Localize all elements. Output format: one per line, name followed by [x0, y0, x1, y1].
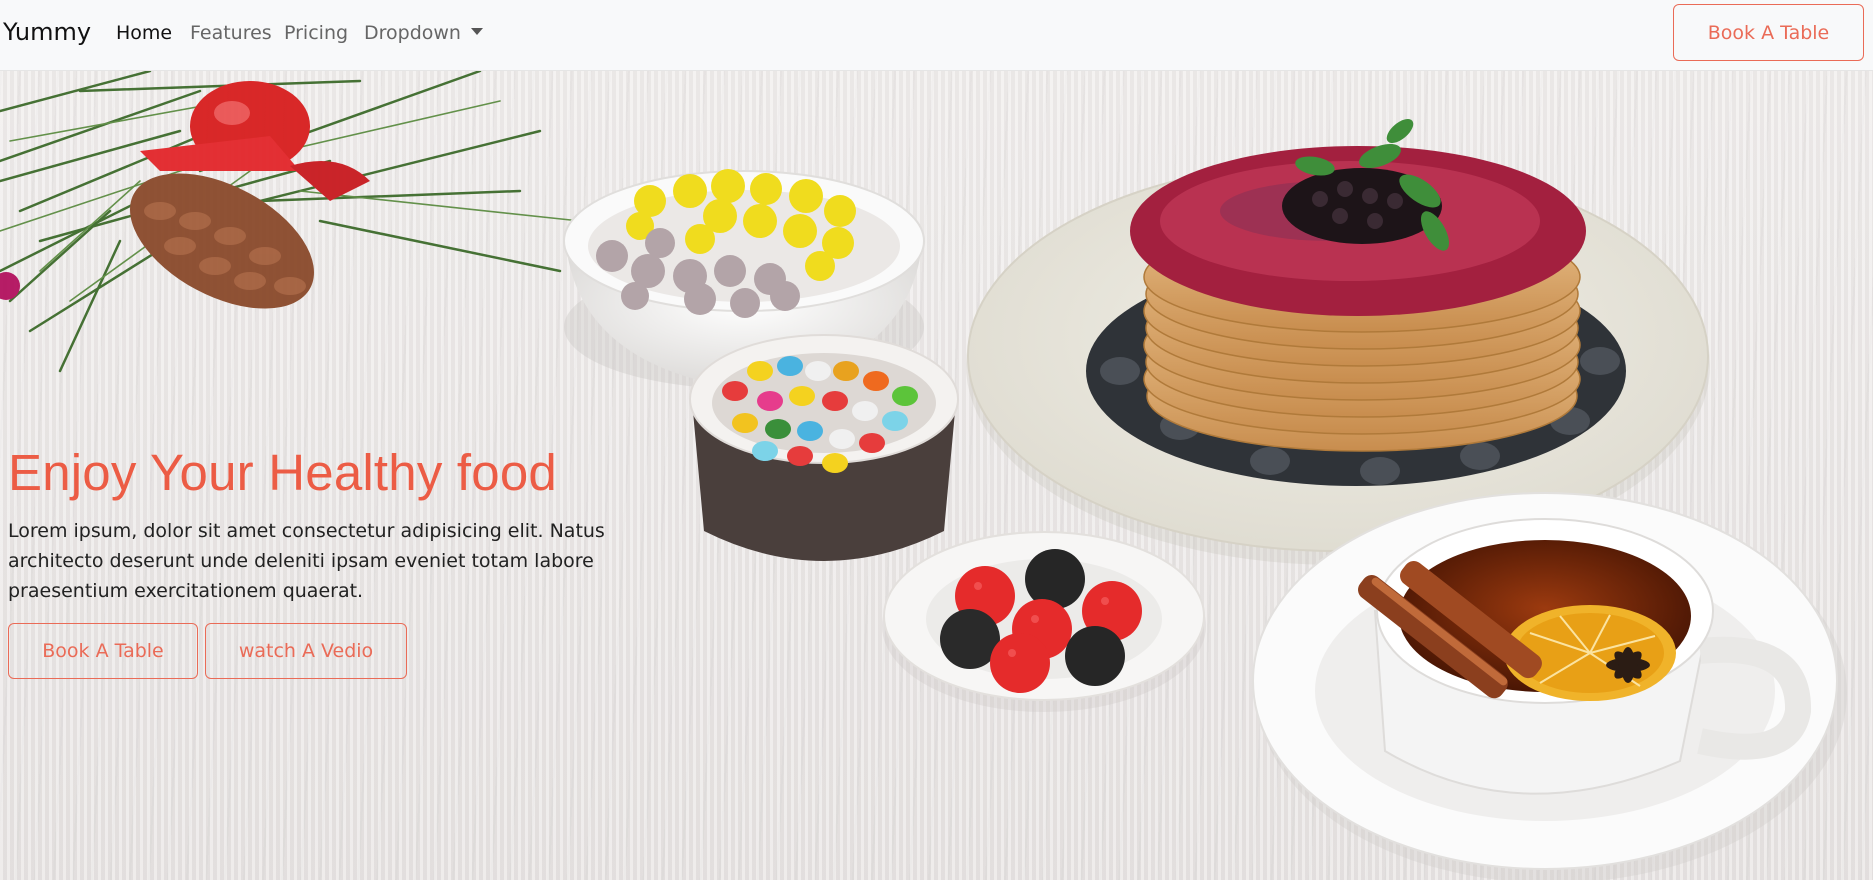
nav-link-home[interactable]: Home	[116, 22, 172, 44]
nav-link-features[interactable]: Features	[190, 22, 272, 44]
hero-title: Enjoy Your Healthy food	[8, 444, 557, 501]
chevron-down-icon	[470, 28, 483, 35]
pine-decoration	[0, 71, 581, 373]
hero-section: Enjoy Your Healthy food Lorem ipsum, dol…	[0, 71, 1873, 880]
jellybean-bowl	[689, 334, 959, 561]
nav-book-table-button[interactable]: Book A Table	[1673, 4, 1864, 61]
nav-dropdown-toggle[interactable]: Dropdown	[364, 22, 483, 44]
nav-link-pricing[interactable]: Pricing	[284, 22, 348, 44]
hero-watch-video-button[interactable]: watch A Vedio	[205, 623, 407, 679]
nav-dropdown-label: Dropdown	[364, 22, 461, 44]
tea-cup	[1252, 492, 1847, 880]
hero-book-table-button[interactable]: Book A Table	[8, 623, 198, 679]
berry-dish	[882, 531, 1206, 712]
brand-logo[interactable]: Yummy	[3, 18, 91, 46]
hero-description: Lorem ipsum, dolor sit amet consectetur …	[8, 520, 605, 602]
navbar: Yummy Home Features Pricing Dropdown Boo…	[0, 0, 1873, 71]
